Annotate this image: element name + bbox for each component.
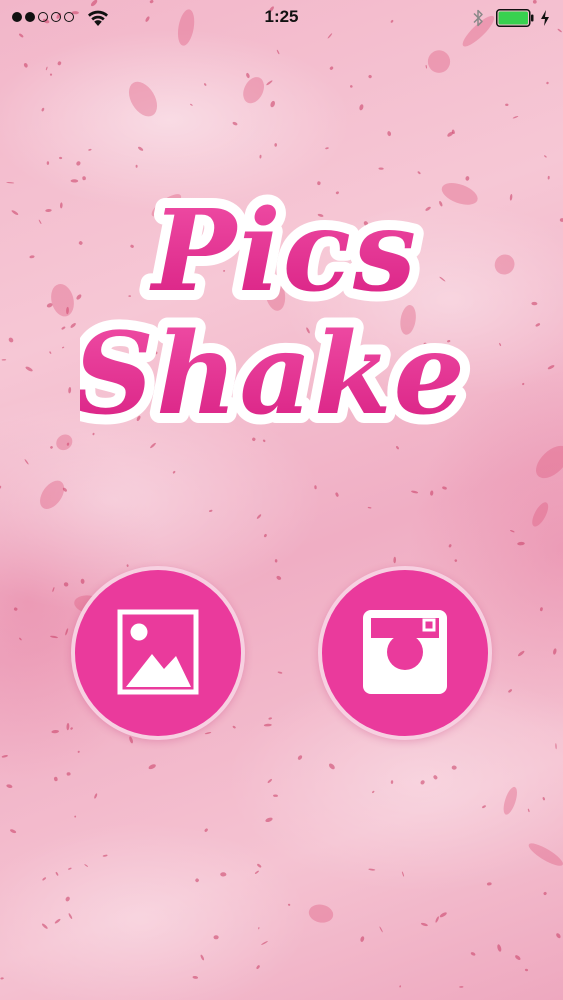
- camera-button[interactable]: [318, 566, 492, 740]
- status-bar: 1:25: [0, 0, 563, 36]
- bluetooth-icon: [473, 9, 483, 27]
- gallery-button[interactable]: [71, 566, 245, 740]
- battery-level-fill: [498, 11, 528, 25]
- app-logo: Pics Shake Pics Shake: [80, 185, 475, 445]
- battery-icon: [496, 9, 534, 27]
- instagram-camera-icon: [363, 610, 447, 694]
- logo-line1: Pics: [149, 186, 418, 317]
- background-texture: [0, 0, 563, 988]
- charging-icon: [541, 10, 549, 26]
- logo-line2: Shake: [80, 309, 467, 440]
- gallery-icon: [117, 609, 199, 695]
